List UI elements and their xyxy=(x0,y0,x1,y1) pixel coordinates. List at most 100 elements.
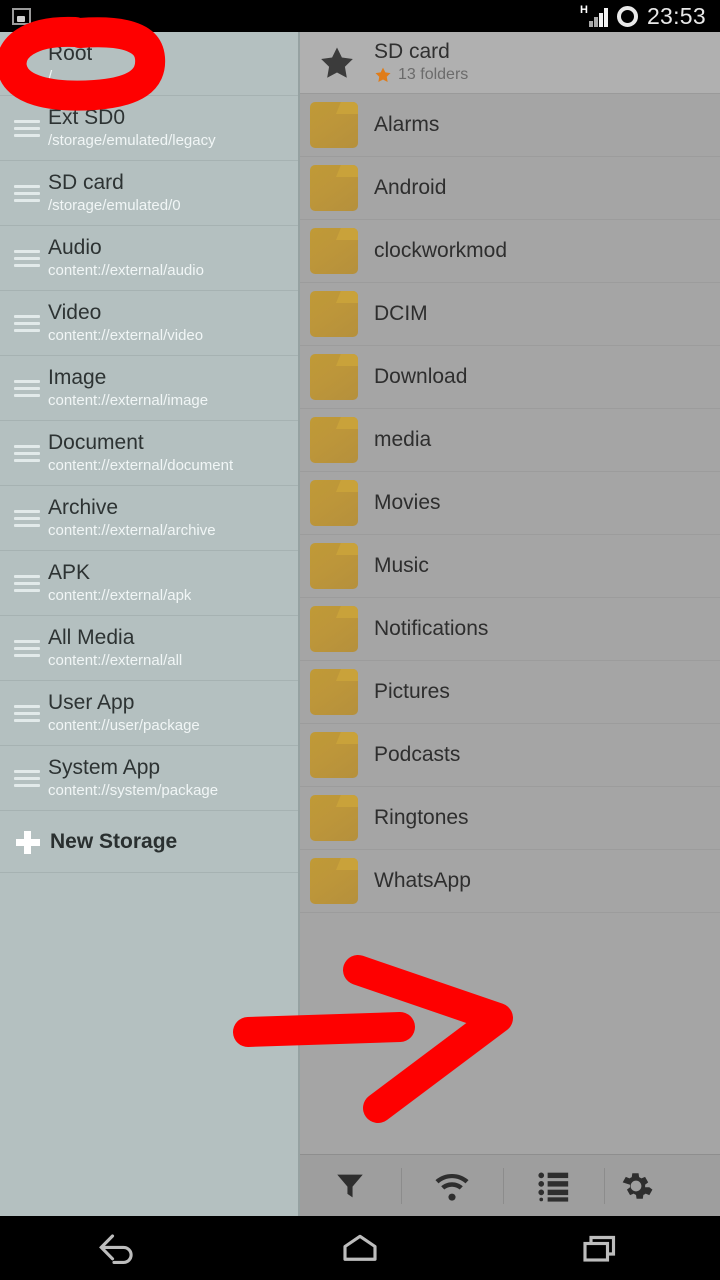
storage-sidebar[interactable]: Root / Ext SD0 /storage/emulated/legacy … xyxy=(0,32,300,1216)
drag-handle-icon[interactable] xyxy=(10,249,44,267)
sidebar-item-title: Root xyxy=(48,41,93,65)
filter-button[interactable] xyxy=(300,1155,401,1216)
folder-row-pictures[interactable]: Pictures xyxy=(300,661,720,724)
sidebar-item-root[interactable]: Root / xyxy=(0,32,298,96)
folder-row-music[interactable]: Music xyxy=(300,535,720,598)
folder-name: Podcasts xyxy=(374,743,461,766)
sidebar-item-user-app[interactable]: User App content://user/package xyxy=(0,681,298,746)
sidebar-item-subtitle: content://external/video xyxy=(48,327,204,344)
bottom-toolbar xyxy=(300,1154,720,1216)
page-title: SD card xyxy=(374,40,450,63)
sidebar-item-image[interactable]: Image content://external/image xyxy=(0,356,298,421)
nav-home-button[interactable] xyxy=(240,1216,480,1280)
plus-icon xyxy=(12,830,46,854)
sidebar-item-sd-card[interactable]: SD card /storage/emulated/0 xyxy=(0,161,298,226)
sidebar-item-title: Image xyxy=(48,366,107,389)
signal-bars-icon: H xyxy=(580,5,608,27)
star-orange-icon xyxy=(375,67,391,82)
sidebar-item-subtitle: content://system/package xyxy=(48,782,219,799)
sidebar-item-subtitle: content://external/apk xyxy=(48,587,192,604)
wifi-button[interactable] xyxy=(402,1155,503,1216)
sidebar-item-subtitle: content://external/image xyxy=(48,392,209,409)
settings-button[interactable] xyxy=(605,1155,720,1216)
folder-count-row: 13 folders xyxy=(374,64,468,86)
folder-row-clockworkmod[interactable]: clockworkmod xyxy=(300,220,720,283)
sidebar-item-ext-sd0[interactable]: Ext SD0 /storage/emulated/legacy xyxy=(0,96,298,161)
sidebar-item-subtitle: /storage/emulated/legacy xyxy=(48,132,216,149)
sidebar-item-archive[interactable]: Archive content://external/archive xyxy=(0,486,298,551)
drag-handle-icon[interactable] xyxy=(10,184,44,202)
folder-row-alarms[interactable]: Alarms xyxy=(300,94,720,157)
back-icon xyxy=(99,1234,133,1264)
sidebar-item-title: Ext SD0 xyxy=(48,106,126,129)
sidebar-item-subtitle: content://external/audio xyxy=(48,262,204,279)
filter-icon xyxy=(337,1174,364,1197)
screenshot-icon xyxy=(12,7,31,25)
drag-handle-icon[interactable] xyxy=(10,119,44,137)
folder-icon xyxy=(306,669,362,715)
folder-row-media[interactable]: media xyxy=(300,409,720,472)
sidebar-item-title: Video xyxy=(48,301,102,324)
sidebar-item-subtitle: /storage/emulated/0 xyxy=(48,197,181,214)
folder-icon xyxy=(306,858,362,904)
folder-name: Ringtones xyxy=(374,806,469,829)
sidebar-item-text: Document content://external/document xyxy=(44,430,233,476)
screen: H 23:53 Root / Ext SD0 /storage/emulated… xyxy=(0,0,720,1280)
signal-bars xyxy=(588,8,608,27)
folder-list[interactable]: Alarms Android clockworkmod DCIM Downloa… xyxy=(300,94,720,1034)
folder-name: DCIM xyxy=(374,302,428,325)
sidebar-item-system-app[interactable]: System App content://system/package xyxy=(0,746,298,811)
folder-name: Pictures xyxy=(374,680,450,703)
app-body: Root / Ext SD0 /storage/emulated/legacy … xyxy=(0,32,720,1216)
drag-handle-icon[interactable] xyxy=(10,444,44,462)
drag-handle-icon[interactable] xyxy=(10,769,44,787)
folder-count-label: 13 folders xyxy=(398,66,469,83)
folder-name: media xyxy=(374,428,432,451)
drag-handle-icon[interactable] xyxy=(10,704,44,722)
folder-icon xyxy=(306,102,362,148)
drag-handle-icon xyxy=(10,55,44,72)
sidebar-item-title: Document xyxy=(48,431,144,454)
drag-handle-icon[interactable] xyxy=(10,314,44,332)
folder-name: Alarms xyxy=(374,113,440,136)
sidebar-item-all-media[interactable]: All Media content://external/all xyxy=(0,616,298,681)
list-view-button[interactable] xyxy=(504,1155,605,1216)
sidebar-item-document[interactable]: Document content://external/document xyxy=(0,421,298,486)
nav-recents-button[interactable] xyxy=(480,1216,720,1280)
drag-handle-icon[interactable] xyxy=(10,509,44,527)
folder-row-download[interactable]: Download xyxy=(300,346,720,409)
folder-row-whatsapp[interactable]: WhatsApp xyxy=(300,850,720,913)
folder-row-notifications[interactable]: Notifications xyxy=(300,598,720,661)
folder-name: Notifications xyxy=(374,617,489,640)
android-nav-bar xyxy=(0,1216,720,1280)
folder-row-android[interactable]: Android xyxy=(300,157,720,220)
drag-handle-icon[interactable] xyxy=(10,574,44,592)
wifi-icon xyxy=(435,1173,469,1201)
folder-name: WhatsApp xyxy=(374,869,471,892)
new-storage-button[interactable]: New Storage xyxy=(0,811,298,873)
new-storage-text: New Storage xyxy=(46,829,177,855)
sidebar-item-text: APK content://external/apk xyxy=(44,560,191,606)
sidebar-item-video[interactable]: Video content://external/video xyxy=(0,291,298,356)
status-bar-right: H 23:53 xyxy=(580,3,720,30)
drag-handle-icon[interactable] xyxy=(10,379,44,397)
empty-list-area xyxy=(300,1033,720,1154)
nav-back-button[interactable] xyxy=(0,1216,240,1280)
sidebar-item-apk[interactable]: APK content://external/apk xyxy=(0,551,298,616)
sidebar-item-subtitle: content://external/archive xyxy=(48,522,216,539)
favorites-header[interactable]: SD card 13 folders xyxy=(300,32,720,94)
sidebar-item-text: Root / xyxy=(44,41,92,87)
star-icon xyxy=(314,44,360,82)
main-panel: SD card 13 folders Alarms Android clockw… xyxy=(300,32,720,1216)
folder-row-ringtones[interactable]: Ringtones xyxy=(300,787,720,850)
folder-icon xyxy=(306,732,362,778)
folder-icon xyxy=(306,291,362,337)
folder-row-movies[interactable]: Movies xyxy=(300,472,720,535)
drag-handle-icon[interactable] xyxy=(10,639,44,657)
sidebar-item-audio[interactable]: Audio content://external/audio xyxy=(0,226,298,291)
folder-row-podcasts[interactable]: Podcasts xyxy=(300,724,720,787)
recents-icon xyxy=(583,1235,616,1262)
folder-icon xyxy=(306,165,362,211)
folder-row-dcim[interactable]: DCIM xyxy=(300,283,720,346)
status-bar: H 23:53 xyxy=(0,0,720,32)
